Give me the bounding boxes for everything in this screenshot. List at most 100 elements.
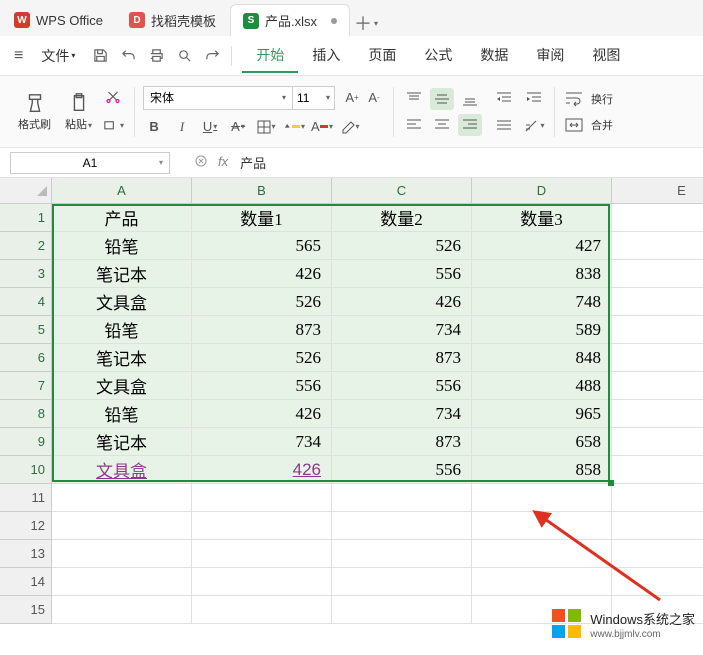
cell[interactable]: 铅笔 — [52, 316, 192, 344]
tab-wps-home[interactable]: W WPS Office — [2, 4, 115, 36]
cell[interactable]: 734 — [332, 316, 472, 344]
font-size-select[interactable]: 11▾ — [293, 86, 335, 110]
cell[interactable]: 873 — [192, 316, 332, 344]
new-tab-button[interactable]: ＋▾ — [352, 10, 380, 36]
ribbon-tab-data[interactable]: 数据 — [466, 39, 522, 73]
name-box[interactable]: A1 ▾ — [10, 152, 170, 174]
cell[interactable] — [612, 512, 703, 540]
cell[interactable] — [192, 540, 332, 568]
cell[interactable]: 526 — [192, 288, 332, 316]
row-header[interactable]: 9 — [0, 428, 52, 456]
italic-button[interactable]: I — [171, 116, 193, 138]
font-color-button[interactable]: A▾ — [311, 116, 333, 138]
cell[interactable]: 铅笔 — [52, 232, 192, 260]
cell[interactable]: 873 — [332, 344, 472, 372]
cell[interactable]: 589 — [472, 316, 612, 344]
ribbon-tab-review[interactable]: 审阅 — [522, 39, 578, 73]
cell[interactable]: 526 — [192, 344, 332, 372]
cell[interactable]: 556 — [192, 372, 332, 400]
save-icon[interactable] — [91, 47, 109, 65]
cell[interactable]: 铅笔 — [52, 400, 192, 428]
row-header[interactable]: 6 — [0, 344, 52, 372]
cell[interactable] — [192, 568, 332, 596]
ribbon-tab-view[interactable]: 视图 — [578, 39, 634, 73]
justify-icon[interactable] — [492, 115, 516, 137]
hamburger-icon[interactable]: ≡ — [8, 43, 29, 69]
align-right-icon[interactable] — [458, 114, 482, 136]
cell[interactable]: 488 — [472, 372, 612, 400]
cell[interactable] — [332, 484, 472, 512]
column-header[interactable]: B — [192, 178, 332, 204]
increase-indent-icon[interactable] — [522, 87, 546, 109]
cell[interactable] — [612, 428, 703, 456]
cell[interactable] — [612, 456, 703, 484]
cell[interactable] — [612, 288, 703, 316]
border-button[interactable]: ▾ — [255, 116, 277, 138]
fx-icon[interactable]: fx — [218, 154, 228, 171]
shape-icon[interactable]: ▾ — [102, 115, 124, 137]
file-menu[interactable]: 文件▾ — [33, 42, 83, 70]
preview-icon[interactable] — [175, 47, 193, 65]
cell[interactable]: 556 — [332, 456, 472, 484]
strikethrough-button[interactable]: A▾ — [227, 116, 249, 138]
cell[interactable]: 笔记本 — [52, 344, 192, 372]
underline-button[interactable]: U▾ — [199, 116, 221, 138]
row-header[interactable]: 8 — [0, 400, 52, 428]
cell[interactable]: 426 — [332, 288, 472, 316]
cell[interactable] — [472, 484, 612, 512]
cell[interactable] — [192, 512, 332, 540]
cell[interactable] — [612, 484, 703, 512]
cut-icon[interactable] — [102, 87, 124, 109]
decrease-indent-icon[interactable] — [492, 87, 516, 109]
row-header[interactable]: 13 — [0, 540, 52, 568]
cancel-icon[interactable] — [194, 154, 208, 171]
cell[interactable] — [332, 568, 472, 596]
cell[interactable]: 565 — [192, 232, 332, 260]
row-header[interactable]: 3 — [0, 260, 52, 288]
merge-button[interactable]: 合并 — [563, 114, 613, 136]
cell[interactable] — [192, 596, 332, 624]
cell[interactable]: 965 — [472, 400, 612, 428]
ribbon-tab-insert[interactable]: 插入 — [298, 39, 354, 73]
redo-icon[interactable] — [203, 47, 221, 65]
ribbon-tab-formula[interactable]: 公式 — [410, 39, 466, 73]
align-bottom-icon[interactable] — [458, 88, 482, 110]
align-top-icon[interactable] — [402, 88, 426, 110]
row-header[interactable]: 15 — [0, 596, 52, 624]
cell[interactable]: 556 — [332, 260, 472, 288]
cell[interactable] — [612, 260, 703, 288]
cell[interactable]: 426 — [192, 400, 332, 428]
cells-area[interactable]: 产品数量1数量2数量3铅笔565526427笔记本426556838文具盒526… — [52, 204, 703, 624]
cell[interactable] — [472, 512, 612, 540]
cell[interactable]: 556 — [332, 372, 472, 400]
row-header[interactable]: 7 — [0, 372, 52, 400]
wrap-button[interactable]: 换行 — [563, 88, 613, 110]
bold-button[interactable]: B — [143, 116, 165, 138]
cell[interactable]: 笔记本 — [52, 260, 192, 288]
font-name-select[interactable]: 宋体▾ — [143, 86, 293, 110]
cell[interactable] — [612, 344, 703, 372]
row-header[interactable]: 11 — [0, 484, 52, 512]
cell[interactable]: 426 — [192, 456, 332, 484]
tab-templates[interactable]: D 找稻壳模板 — [117, 4, 228, 36]
cell[interactable] — [472, 568, 612, 596]
cell[interactable] — [192, 484, 332, 512]
cell[interactable] — [52, 568, 192, 596]
paste-button[interactable]: 粘贴▾ — [61, 90, 96, 134]
ribbon-tab-home[interactable]: 开始 — [242, 39, 298, 73]
column-header[interactable]: D — [472, 178, 612, 204]
cell[interactable] — [612, 232, 703, 260]
select-all-corner[interactable] — [0, 178, 52, 204]
row-header[interactable]: 4 — [0, 288, 52, 316]
tab-document[interactable]: S 产品.xlsx — [230, 4, 350, 36]
align-middle-icon[interactable] — [430, 88, 454, 110]
format-painter-button[interactable]: 格式刷 — [14, 90, 55, 134]
cell[interactable]: 数量1 — [192, 204, 332, 232]
cell[interactable] — [332, 596, 472, 624]
cell[interactable]: 658 — [472, 428, 612, 456]
cell[interactable] — [52, 596, 192, 624]
column-header[interactable]: C — [332, 178, 472, 204]
fill-color-button[interactable]: ▾ — [283, 116, 305, 138]
cell[interactable]: 526 — [332, 232, 472, 260]
cell[interactable] — [332, 540, 472, 568]
